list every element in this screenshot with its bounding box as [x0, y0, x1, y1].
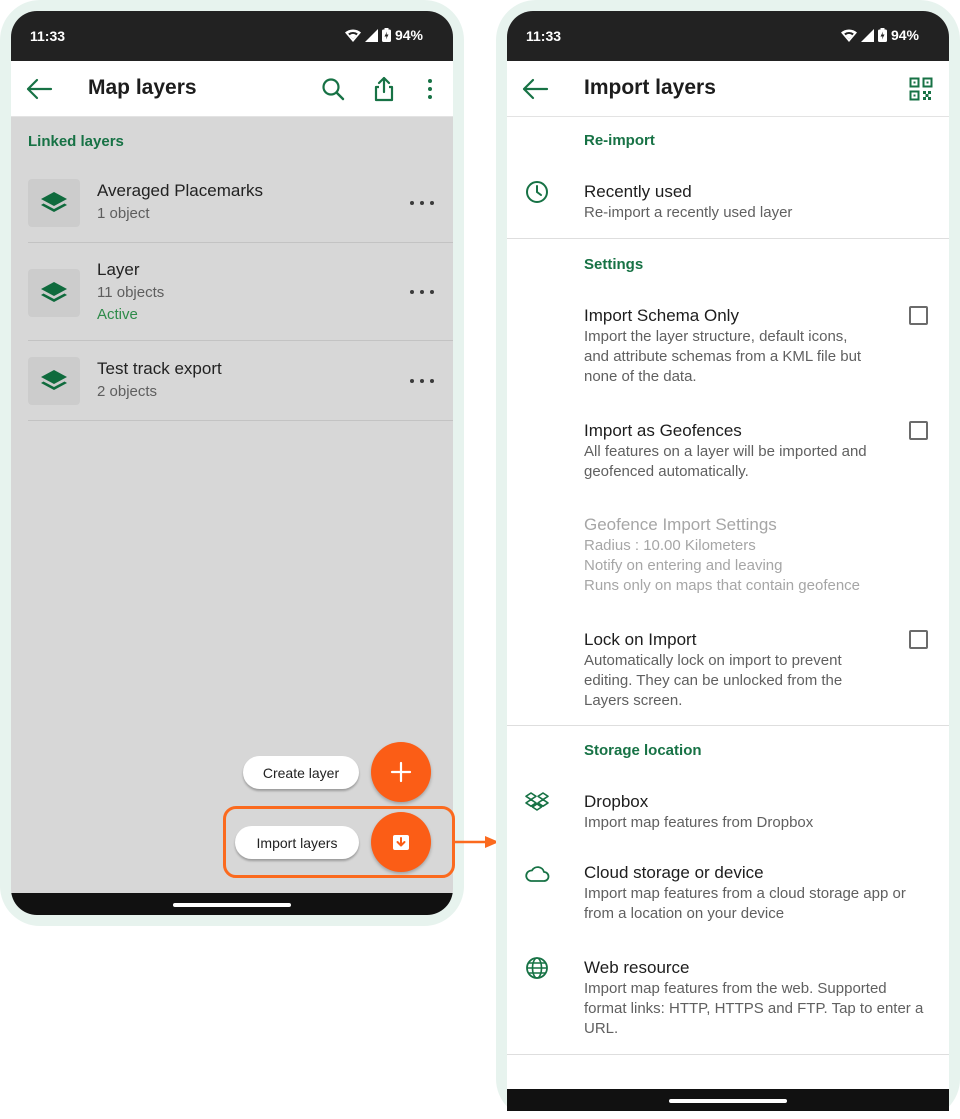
- lock-on-import-checkbox[interactable]: [909, 630, 928, 649]
- status-icons: 94%: [840, 27, 919, 43]
- battery-level: 94%: [890, 27, 919, 43]
- status-icons: 94%: [344, 27, 423, 43]
- page-title: Import layers: [584, 76, 716, 99]
- import-as-geofences-title: Import as Geofences: [584, 421, 742, 440]
- geofence-notify: Notify on entering and leaving: [584, 557, 783, 574]
- status-time: 11:33: [526, 28, 562, 44]
- signal-icon: [860, 28, 874, 42]
- navigation-bar: [507, 1089, 949, 1111]
- cloud-storage-title: Cloud storage or device: [584, 863, 764, 882]
- arrow-right-icon: [455, 836, 499, 848]
- navigation-bar: [11, 893, 453, 915]
- geofence-runs: Runs only on maps that contain geofence: [584, 577, 861, 594]
- arrow-left-icon[interactable]: [521, 76, 549, 102]
- lock-on-import-desc: Automatically lock on import to prevent …: [584, 652, 843, 709]
- page-title: Map layers: [88, 76, 197, 99]
- more-vertical-icon[interactable]: [417, 76, 443, 102]
- app-bar: Import layers: [507, 61, 949, 117]
- more-horizontal-icon[interactable]: [409, 377, 435, 385]
- layer-object-count: 11 objects: [97, 284, 165, 301]
- geofence-radius: Radius : 10.00 Kilometers: [584, 537, 756, 554]
- web-resource-title: Web resource: [584, 958, 690, 977]
- import-as-geofences-desc: All features on a layer will be imported…: [584, 443, 867, 480]
- cloud-storage-desc: Import map features from a cloud storage…: [584, 885, 906, 922]
- layer-status-active: Active: [97, 306, 138, 323]
- home-indicator[interactable]: [669, 1099, 787, 1103]
- divider: [507, 1054, 949, 1055]
- arrow-left-icon[interactable]: [25, 76, 53, 102]
- dropbox-title: Dropbox: [584, 792, 649, 811]
- layer-row[interactable]: Layer 11 objects Active: [28, 243, 453, 341]
- layers-icon: [41, 370, 67, 390]
- recently-used-desc: Re-import a recently used layer: [584, 204, 793, 221]
- layers-icon: [41, 282, 67, 302]
- home-indicator[interactable]: [173, 903, 291, 907]
- left-phone-frame: 11:33 94% Map layers Linked layers Avera…: [0, 0, 464, 926]
- clock-icon: [526, 181, 548, 203]
- battery-icon: [877, 28, 887, 42]
- more-horizontal-icon[interactable]: [409, 199, 435, 207]
- layer-thumbnail: [28, 357, 80, 405]
- layers-icon: [41, 192, 67, 212]
- layer-row[interactable]: Test track export 2 objects: [28, 341, 453, 421]
- wifi-icon: [840, 28, 857, 42]
- signal-icon: [364, 28, 378, 42]
- import-schema-only-desc: Import the layer structure, default icon…: [584, 328, 862, 385]
- section-heading-settings: Settings: [584, 256, 644, 273]
- more-horizontal-icon[interactable]: [409, 288, 435, 296]
- status-bar: 11:33 94%: [11, 11, 453, 61]
- globe-icon: [526, 957, 548, 979]
- recently-used-title: Recently used: [584, 182, 692, 201]
- layer-name: Averaged Placemarks: [97, 181, 263, 200]
- section-heading-linked-layers: Linked layers: [28, 133, 124, 150]
- layer-object-count: 2 objects: [97, 383, 158, 400]
- divider: [507, 238, 949, 239]
- status-bar: 11:33 94%: [507, 11, 949, 61]
- layer-thumbnail: [28, 269, 80, 317]
- map-layers-screen: 11:33 94% Map layers Linked layers Avera…: [11, 11, 453, 915]
- dropbox-desc: Import map features from Dropbox: [584, 814, 814, 831]
- lock-on-import-title: Lock on Import: [584, 630, 697, 649]
- layer-name: Test track export: [97, 359, 222, 378]
- web-resource-desc: Import map features from the web. Suppor…: [584, 980, 924, 1037]
- import-layers-highlight: [223, 806, 455, 878]
- cloud-icon: [525, 866, 550, 882]
- import-as-geofences-checkbox[interactable]: [909, 421, 928, 440]
- layer-object-count: 1 object: [97, 205, 150, 222]
- geofence-import-settings-title: Geofence Import Settings: [584, 515, 777, 534]
- status-time: 11:33: [30, 28, 66, 44]
- plus-icon: [390, 761, 412, 783]
- right-phone-frame: 11:33 94% Import layers Re-import Recent…: [496, 0, 960, 1119]
- import-schema-only-checkbox[interactable]: [909, 306, 928, 325]
- app-bar: Map layers: [11, 61, 453, 117]
- import-layers-screen: 11:33 94% Import layers Re-import Recent…: [507, 11, 949, 1119]
- import-schema-only-title: Import Schema Only: [584, 306, 739, 325]
- battery-level: 94%: [394, 27, 423, 43]
- create-layer-label[interactable]: Create layer: [243, 756, 359, 789]
- dropbox-icon: [525, 792, 549, 811]
- section-heading-reimport: Re-import: [584, 132, 655, 149]
- battery-icon: [381, 28, 391, 42]
- divider: [507, 725, 949, 726]
- layer-row[interactable]: Averaged Placemarks 1 object: [28, 163, 453, 243]
- search-icon[interactable]: [320, 76, 346, 102]
- create-layer-button[interactable]: [371, 742, 431, 802]
- share-icon[interactable]: [371, 76, 397, 102]
- layer-thumbnail: [28, 179, 80, 227]
- qr-code-icon[interactable]: [909, 77, 933, 101]
- section-heading-storage-location: Storage location: [584, 742, 702, 759]
- layer-name: Layer: [97, 260, 140, 279]
- wifi-icon: [344, 28, 361, 42]
